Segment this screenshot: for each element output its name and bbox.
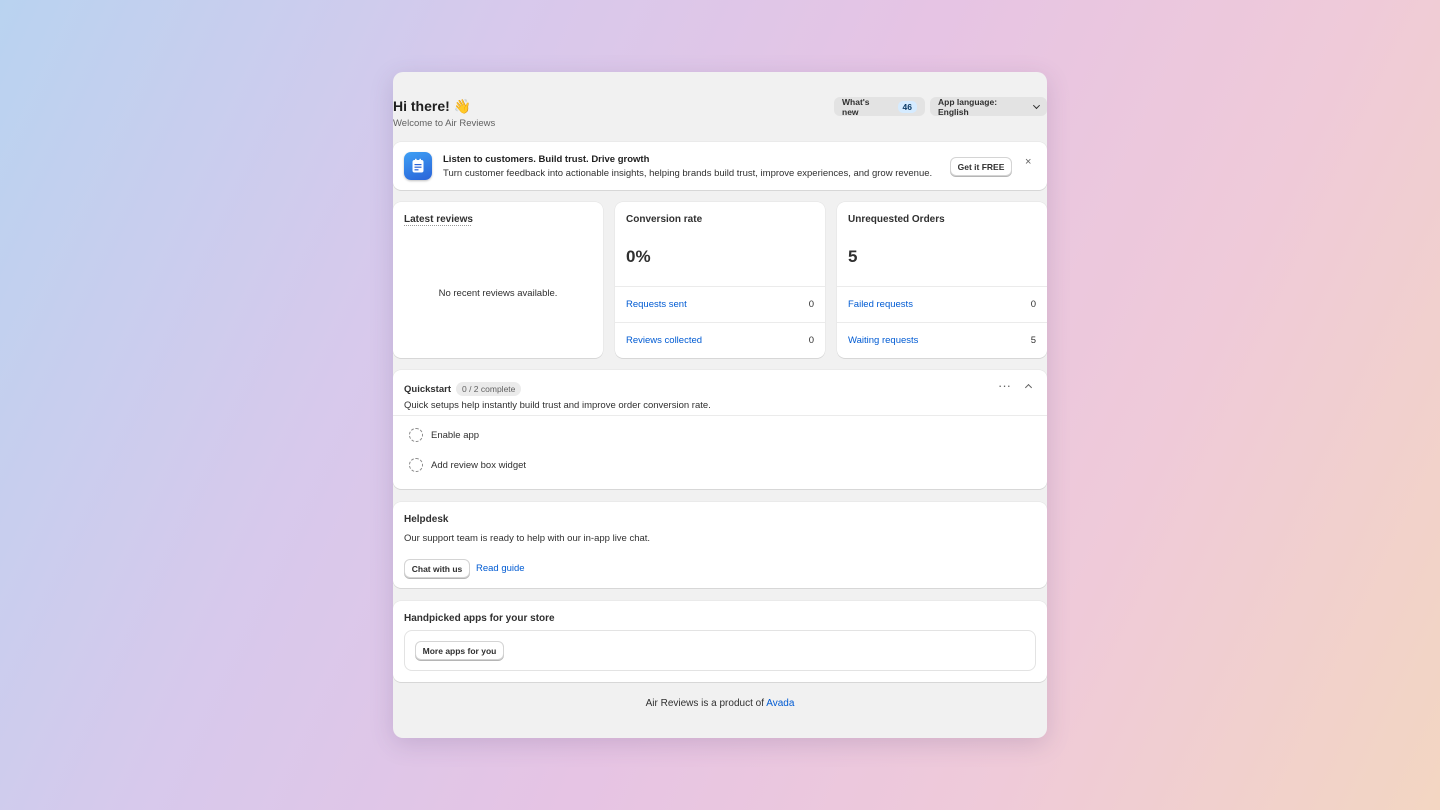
- latest-reviews-title[interactable]: Latest reviews: [404, 214, 473, 225]
- unrequested-orders-card: Unrequested Orders 5 Failed requests 0 W…: [837, 202, 1047, 358]
- dashed-circle-icon[interactable]: [409, 458, 423, 472]
- whats-new-button[interactable]: What's new 46: [834, 96, 925, 117]
- reviews-collected-link[interactable]: Reviews collected: [626, 335, 702, 346]
- conversion-rate-card: Conversion rate 0% Requests sent 0 Revie…: [615, 202, 825, 358]
- close-icon[interactable]: ×: [1025, 156, 1031, 168]
- footer: Air Reviews is a product of Avada: [393, 698, 1047, 709]
- stat-row: Waiting requests 5: [837, 322, 1047, 358]
- app-language-select[interactable]: App language: English: [930, 96, 1047, 117]
- quickstart-description: Quick setups help instantly build trust …: [404, 400, 711, 411]
- task-add-review-box-widget[interactable]: Add review box widget: [409, 457, 526, 473]
- app-logo-icon: [404, 152, 432, 180]
- stat-row: Reviews collected 0: [615, 322, 825, 358]
- task-enable-app[interactable]: Enable app: [409, 427, 479, 443]
- quickstart-card: Quickstart 0 / 2 complete Quick setups h…: [393, 370, 1047, 489]
- unrequested-orders-title: Unrequested Orders: [848, 214, 945, 225]
- reviews-collected-value: 0: [808, 335, 814, 346]
- waiting-requests-value: 5: [1030, 335, 1036, 346]
- footer-text: Air Reviews is a product of: [645, 698, 764, 709]
- failed-requests-value: 0: [1030, 299, 1036, 310]
- app-window: Hi there! 👋 Welcome to Air Reviews What'…: [393, 72, 1047, 738]
- conversion-rate-value: 0%: [626, 247, 651, 266]
- whats-new-label: What's new: [842, 96, 870, 117]
- read-guide-link[interactable]: Read guide: [476, 563, 525, 574]
- divider: [393, 415, 1047, 416]
- chat-with-us-button[interactable]: Chat with us: [404, 559, 470, 578]
- dashed-circle-icon[interactable]: [409, 428, 423, 442]
- handpicked-apps-card: Handpicked apps for your store More apps…: [393, 601, 1047, 682]
- helpdesk-description: Our support team is ready to help with o…: [404, 533, 651, 544]
- avada-link[interactable]: Avada: [766, 698, 794, 709]
- helpdesk-title: Helpdesk: [404, 514, 449, 525]
- handpicked-apps-title: Handpicked apps for your store: [404, 613, 555, 624]
- get-it-free-button[interactable]: Get it FREE: [950, 157, 1012, 176]
- empty-reviews-message: No recent reviews available.: [438, 288, 558, 299]
- page-header: Hi there! 👋 Welcome to Air Reviews What'…: [393, 96, 1047, 138]
- quickstart-title: Quickstart: [404, 384, 451, 395]
- task-label: Add review box widget: [431, 459, 527, 471]
- banner-title: Listen to customers. Build trust. Drive …: [443, 154, 650, 165]
- requests-sent-value: 0: [808, 299, 814, 310]
- waiting-requests-link[interactable]: Waiting requests: [848, 335, 918, 346]
- helpdesk-card: Helpdesk Our support team is ready to he…: [393, 502, 1047, 588]
- chevron-up-icon[interactable]: [1024, 383, 1033, 392]
- failed-requests-link[interactable]: Failed requests: [848, 299, 913, 310]
- promo-banner: Listen to customers. Build trust. Drive …: [393, 142, 1047, 190]
- whats-new-count-badge: 46: [897, 100, 917, 113]
- task-label: Enable app: [431, 429, 480, 441]
- quickstart-progress-badge: 0 / 2 complete: [456, 382, 522, 396]
- stat-row: Requests sent 0: [615, 286, 825, 322]
- apps-container: More apps for you: [404, 630, 1036, 671]
- unrequested-orders-value: 5: [848, 247, 858, 266]
- app-language-label: App language: English: [938, 96, 998, 117]
- chevron-down-icon: [1033, 101, 1041, 109]
- page-subtitle: Welcome to Air Reviews: [393, 118, 496, 129]
- stat-row: Failed requests 0: [837, 286, 1047, 322]
- requests-sent-link[interactable]: Requests sent: [626, 299, 687, 310]
- more-apps-button[interactable]: More apps for you: [415, 641, 504, 660]
- banner-text: Turn customer feedback into actionable i…: [443, 168, 933, 179]
- more-horizontal-icon[interactable]: ···: [998, 378, 1011, 393]
- latest-reviews-card: Latest reviews No recent reviews availab…: [393, 202, 603, 358]
- page-title: Hi there! 👋: [393, 98, 472, 114]
- conversion-rate-title: Conversion rate: [626, 214, 703, 225]
